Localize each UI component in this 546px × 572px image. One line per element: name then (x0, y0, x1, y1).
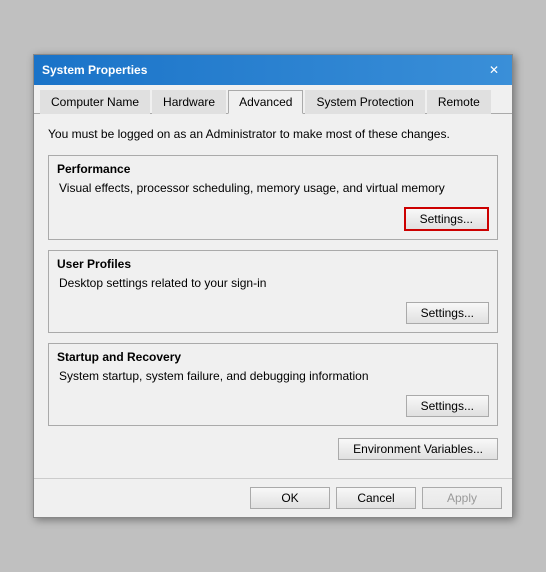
startup-recovery-section: Startup and Recovery System startup, sys… (48, 343, 498, 426)
window-title: System Properties (42, 63, 147, 77)
title-bar-controls: ✕ (484, 61, 504, 79)
ok-button[interactable]: OK (250, 487, 330, 509)
user-profiles-btn-row: Settings... (49, 302, 497, 332)
env-btn-row: Environment Variables... (48, 436, 498, 468)
startup-recovery-settings-button[interactable]: Settings... (406, 395, 489, 417)
performance-settings-button[interactable]: Settings... (404, 207, 489, 231)
close-button[interactable]: ✕ (484, 61, 504, 79)
user-profiles-settings-button[interactable]: Settings... (406, 302, 489, 324)
performance-btn-row: Settings... (49, 207, 497, 239)
environment-variables-button[interactable]: Environment Variables... (338, 438, 498, 460)
performance-label: Performance (49, 156, 497, 178)
tab-system-protection[interactable]: System Protection (305, 90, 424, 114)
admin-notice: You must be logged on as an Administrato… (48, 126, 498, 143)
cancel-button[interactable]: Cancel (336, 487, 416, 509)
user-profiles-label: User Profiles (49, 251, 497, 273)
startup-recovery-desc: System startup, system failure, and debu… (49, 366, 497, 395)
system-properties-window: System Properties ✕ Computer Name Hardwa… (33, 54, 513, 517)
user-profiles-section: User Profiles Desktop settings related t… (48, 250, 498, 333)
tab-remote[interactable]: Remote (427, 90, 491, 114)
tab-bar: Computer Name Hardware Advanced System P… (34, 85, 512, 114)
performance-desc: Visual effects, processor scheduling, me… (49, 178, 497, 207)
startup-recovery-btn-row: Settings... (49, 395, 497, 425)
apply-button[interactable]: Apply (422, 487, 502, 509)
tab-computer-name[interactable]: Computer Name (40, 90, 150, 114)
tab-advanced[interactable]: Advanced (228, 90, 303, 114)
user-profiles-desc: Desktop settings related to your sign-in (49, 273, 497, 302)
performance-section: Performance Visual effects, processor sc… (48, 155, 498, 240)
tab-content: You must be logged on as an Administrato… (34, 114, 512, 477)
title-bar: System Properties ✕ (34, 55, 512, 85)
tab-hardware[interactable]: Hardware (152, 90, 226, 114)
startup-recovery-label: Startup and Recovery (49, 344, 497, 366)
bottom-bar: OK Cancel Apply (34, 478, 512, 517)
